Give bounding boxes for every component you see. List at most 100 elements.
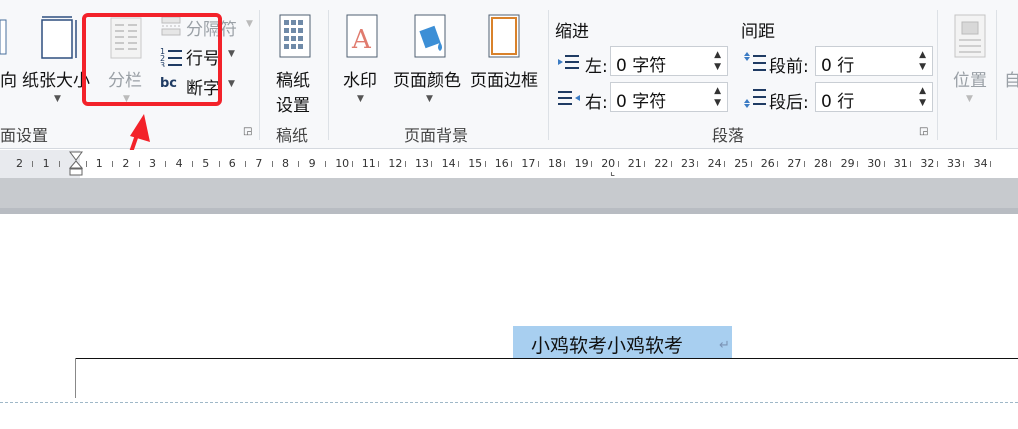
ruler-number: 26 (760, 157, 775, 170)
ruler-tick (777, 161, 779, 167)
watermark-icon: A (346, 14, 378, 58)
ruler-number: 3 (149, 157, 156, 170)
ruler-tick (85, 161, 87, 167)
ruler-number: 14 (441, 157, 456, 170)
spin-down-icon[interactable]: ▼ (714, 98, 721, 108)
page-setup-group-label: 面设置 (0, 126, 49, 145)
ruler-tick (112, 161, 114, 167)
ruler-tick (165, 161, 167, 167)
spacing-after-spinner[interactable]: 0 行 ▲ ▼ (815, 82, 933, 112)
spacing-after-icon (744, 89, 766, 108)
page-gap (0, 178, 1018, 214)
tab-stop-marker-icon[interactable]: ⌞ (610, 165, 615, 178)
selected-text[interactable]: 小鸡软考小鸡软考 (531, 331, 683, 358)
spacing-after-value[interactable]: 0 行 (821, 87, 854, 112)
ruler-tick (457, 161, 459, 167)
ruler-tick (617, 161, 619, 167)
spacing-after-label: 段后: (769, 93, 809, 113)
ruler-number: 5 (202, 157, 210, 170)
horizontal-ruler[interactable]: 2 1 1 2 3 4 5 6 7 8 9 10 11 12 13 14 15 16 17 18 19 20 21 22 23 2… (0, 150, 1018, 179)
header-area-boundary (0, 402, 1018, 403)
spin-down-icon[interactable]: ▼ (919, 98, 926, 108)
ruler-number: 28 (814, 157, 828, 170)
indent-right-value[interactable]: 0 字符 (616, 87, 666, 112)
position-icon (954, 14, 986, 58)
group-separator (328, 10, 329, 140)
indent-left-value[interactable]: 0 字符 (616, 51, 666, 76)
watermark-dropdown-icon[interactable]: ▼ (357, 94, 364, 104)
ruler-tick (750, 161, 752, 167)
spin-up-icon[interactable]: ▲ (919, 50, 926, 60)
ruler-tick (245, 161, 247, 167)
indent-marker-icon[interactable] (69, 151, 83, 177)
ruler-tick (910, 161, 912, 167)
position-dropdown-icon[interactable]: ▼ (966, 94, 973, 104)
ruler-tick (644, 161, 646, 167)
ruler-number: 22 (654, 157, 669, 170)
paragraph-group-label: 段落 (712, 126, 745, 145)
ruler-number: 17 (521, 157, 536, 170)
auto-wrap-label[interactable]: 自 (1004, 66, 1018, 91)
ruler-number: 9 (308, 157, 316, 170)
page-border-icon (488, 14, 520, 58)
ruler-tick (537, 161, 539, 167)
ruler-tick (32, 161, 34, 167)
page-color-dropdown-icon[interactable]: ▼ (426, 94, 433, 104)
svg-text:A: A (351, 25, 372, 55)
ruler-tick (351, 161, 353, 167)
spacing-before-spinner[interactable]: 0 行 ▲ ▼ (815, 46, 933, 76)
ruler-tick (218, 161, 220, 167)
document-page[interactable] (0, 214, 1018, 429)
spin-down-icon[interactable]: ▼ (919, 62, 926, 72)
indent-left-spinner[interactable]: 0 字符 ▲ ▼ (610, 46, 728, 76)
group-separator (937, 10, 938, 140)
spacing-before-value[interactable]: 0 行 (821, 51, 854, 76)
ruler-number: 34 (973, 157, 988, 170)
ruler-tick (590, 161, 592, 167)
indent-right-label: 右: (585, 93, 608, 113)
ruler-number: 31 (893, 157, 908, 170)
page-gap-inner (0, 178, 1018, 208)
ruler-tick (830, 161, 832, 167)
ruler-number: 25 (734, 157, 749, 170)
ruler-number: 1 (42, 157, 50, 170)
ruler-tick (511, 161, 513, 167)
ruler-tick (431, 161, 433, 167)
ruler-tick (670, 161, 672, 167)
indent-right-spinner[interactable]: 0 字符 ▲ ▼ (610, 82, 728, 112)
ruler-tick (803, 161, 805, 167)
orientation-icon (0, 19, 7, 55)
ruler-tick (963, 161, 965, 167)
ruler-tick (191, 161, 193, 167)
ruler-number: 8 (282, 157, 289, 170)
spin-down-icon[interactable]: ▼ (714, 62, 721, 72)
line-numbers-dropdown-icon[interactable]: ▼ (228, 49, 235, 59)
spin-up-icon[interactable]: ▲ (714, 50, 721, 60)
hyphenation-dropdown-icon[interactable]: ▼ (228, 79, 235, 89)
group-separator (996, 10, 997, 140)
page-background-group-label: 页面背景 (404, 126, 469, 145)
paper-size-dropdown-icon[interactable]: ▼ (54, 94, 61, 104)
paragraph-dialog-launcher-icon[interactable]: ◲ (919, 126, 928, 137)
page-color-icon (414, 14, 446, 58)
ruler-number: 23 (681, 157, 695, 170)
ruler-number: 6 (228, 157, 236, 170)
spin-up-icon[interactable]: ▲ (714, 86, 721, 96)
header-border-line (75, 358, 1018, 359)
ruler-tick (324, 161, 326, 167)
ruler-number: 19 (574, 157, 589, 170)
ruler-tick (883, 161, 885, 167)
ruler-tick (856, 161, 858, 167)
ruler-number: 16 (494, 157, 509, 170)
ruler-number: 2 (122, 157, 130, 170)
ruler-number: 10 (335, 157, 350, 170)
group-separator (548, 10, 549, 140)
spin-up-icon[interactable]: ▲ (919, 86, 926, 96)
spacing-before-label: 段前: (769, 57, 809, 77)
page-setup-dialog-launcher-icon[interactable]: ◲ (243, 126, 252, 137)
ruler-tick (271, 161, 273, 167)
orientation-button-label[interactable]: 向 (0, 66, 17, 91)
ruler-number: 2 (16, 157, 23, 170)
breaks-dropdown-icon[interactable]: ▼ (246, 19, 253, 29)
manuscript-label-line1: 稿纸 (276, 71, 310, 91)
